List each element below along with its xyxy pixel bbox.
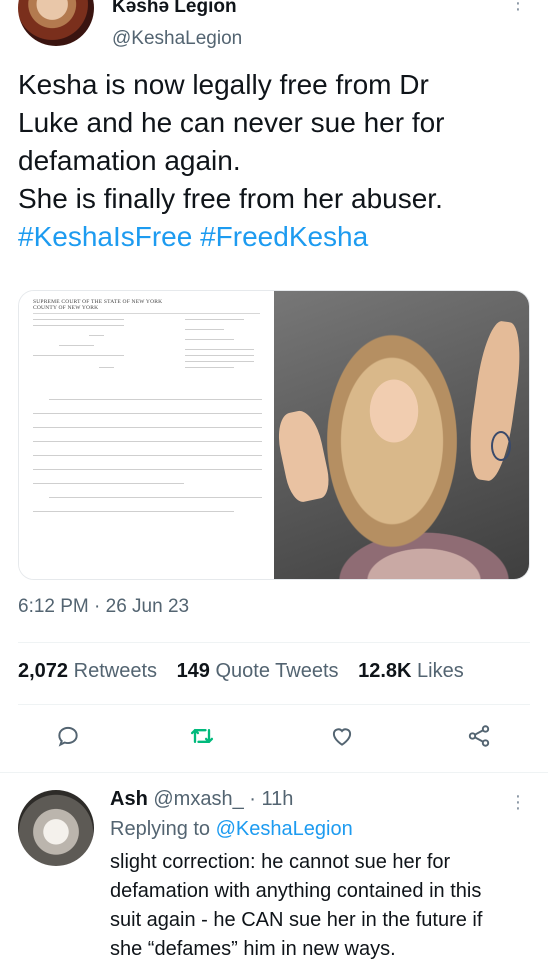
author-name[interactable]: Kəshə Legion [112,0,237,18]
photo-tattoo [491,431,511,461]
court-document-image[interactable]: SUPREME COURT OF THE STATE OF NEW YORK C… [19,291,275,579]
reply-text-line: defamation with anything contained in th… [110,880,482,902]
kesha-photo[interactable] [273,291,529,579]
photo-hand [273,407,333,505]
tweet-text-line: She is finally free from her abuser. [18,183,443,214]
reply-time[interactable]: · 11h [249,788,293,810]
more-icon[interactable]: ··· [508,0,528,19]
share-icon[interactable] [463,720,495,752]
retweets-stat[interactable]: 2,072 Retweets [18,660,157,682]
author-handle[interactable]: @KeshaLegion [112,28,242,50]
retweet-icon[interactable] [186,720,218,752]
reply-icon[interactable] [52,720,84,752]
tweet-stats: 2,072 Retweets 149 Quote Tweets 12.8K Li… [18,660,478,683]
reply-author-handle[interactable]: @mxash_ [153,788,243,810]
author-avatar[interactable] [18,0,94,46]
court-header: SUPREME COURT OF THE STATE OF NEW YORK C… [33,299,163,311]
tweet-text: Kesha is now legally free from Dr Luke a… [18,66,530,256]
tweet-text-line: Kesha is now legally free from Dr [18,69,429,100]
reply-author-avatar[interactable] [18,790,94,866]
tweet-hashtags[interactable]: #KeshaIsFree #FreedKesha [18,218,530,256]
divider [18,642,530,643]
like-icon[interactable] [326,720,358,752]
reply-text: slight correction: he cannot sue her for… [110,848,530,960]
reply-text-line: slight correction: he cannot sue her for [110,851,451,873]
replying-to-handle[interactable]: @KeshaLegion [216,818,353,840]
tweet-media[interactable]: SUPREME COURT OF THE STATE OF NEW YORK C… [18,290,530,580]
reply-text-line: she “defames” him in new ways. [110,938,396,960]
divider [0,772,548,773]
more-icon[interactable]: ··· [508,786,528,818]
likes-stat[interactable]: 12.8K Likes [358,660,464,682]
tweet-text-line: defamation again. [18,145,241,176]
divider [18,704,530,705]
tweet-text-line: Luke and he can never sue her for [18,107,445,138]
replying-to: Replying to @KeshaLegion [110,818,353,840]
quote-tweets-stat[interactable]: 149 Quote Tweets [177,660,339,682]
reply-author-name[interactable]: Ash [110,788,148,810]
tweet-timestamp[interactable]: 6:12 PM · 26 Jun 23 [18,596,189,618]
reply-author-line: Ash @mxash_ · 11h [110,788,293,811]
reply-text-line: suit again - he CAN sue her in the futur… [110,909,483,931]
